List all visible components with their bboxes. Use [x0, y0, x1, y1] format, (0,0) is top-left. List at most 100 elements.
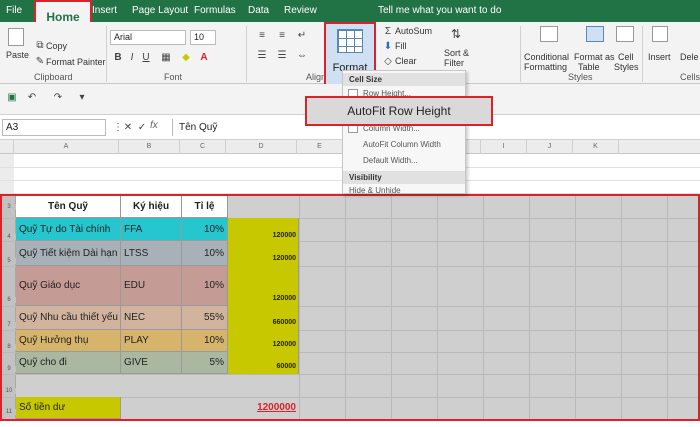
amount-column-block[interactable]: 120000 120000 120000 660000 120000 60000 [228, 218, 299, 374]
column-header-k[interactable]: K [573, 140, 619, 154]
row-header-8[interactable]: 8 [2, 344, 16, 350]
insert-cells-button[interactable]: Insert [648, 52, 671, 62]
column-header-j[interactable]: J [527, 140, 573, 154]
fund-code-cell[interactable]: LTSS [121, 241, 182, 266]
ribbon-tab-bar: File Insert Page Layout Formulas Data Re… [0, 0, 700, 22]
row-header-11[interactable]: 11 [2, 409, 16, 415]
tell-me-search[interactable]: Tell me what you want to do [378, 0, 501, 22]
gridline [667, 196, 668, 419]
align-middle-icon[interactable]: ≡ [276, 30, 288, 42]
fund-name-cell[interactable]: Quỹ cho đi [16, 352, 121, 374]
clear-button[interactable]: Clear [395, 56, 417, 66]
row-header-4[interactable]: 4 [2, 234, 16, 240]
header-cell-fund-name[interactable]: Tên Quỹ [16, 196, 121, 218]
fund-ratio-cell[interactable]: 5% [182, 352, 228, 374]
fund-ratio-cell[interactable]: 10% [182, 266, 228, 306]
selected-rows-range[interactable]: 3 4 5 6 7 8 9 10 11 Tên Quỹ Ký hiệu Tỉ l… [0, 194, 700, 421]
menu-item-autofit-row-height[interactable]: AutoFit Row Height [305, 96, 493, 126]
fund-ratio-cell[interactable]: 10% [182, 241, 228, 266]
align-left-icon[interactable]: ☰ [256, 50, 268, 62]
tab-formulas[interactable]: Formulas [194, 0, 236, 22]
column-header-d[interactable]: D [226, 140, 297, 154]
menu-item-autofit-column-width[interactable]: AutoFit Column Width [363, 140, 441, 149]
format-as-table-button[interactable]: Format as [574, 52, 615, 62]
fill-button[interactable]: Fill [395, 41, 407, 51]
row-headers [2, 196, 16, 419]
header-cell-ratio[interactable]: Tỉ lệ [182, 196, 228, 218]
fund-name-cell[interactable]: Quỹ Hưởng thụ [16, 330, 121, 352]
clipboard-group-label: Clipboard [34, 72, 73, 82]
row-header-7[interactable]: 7 [2, 322, 16, 328]
font-size-select[interactable]: 10 [190, 30, 216, 45]
autosum-button[interactable]: AutoSum [395, 26, 432, 36]
cells-group-label: Cells [680, 72, 700, 82]
align-center-icon[interactable]: ☰ [276, 50, 288, 62]
gridline [345, 196, 346, 419]
fund-code-cell[interactable]: PLAY [121, 330, 182, 352]
enter-icon[interactable]: ✓ [136, 122, 148, 134]
menu-item-default-width[interactable]: Default Width... [363, 156, 418, 165]
row-header-9[interactable]: 9 [2, 366, 16, 372]
fund-name-cell[interactable]: Quỹ Nhu cầu thiết yếu [16, 306, 121, 330]
fund-ratio-cell[interactable]: 10% [182, 218, 228, 241]
fund-name-cell[interactable]: Quỹ Giáo dục [16, 266, 121, 306]
column-header-a[interactable]: A [14, 140, 119, 154]
menu-item-hide-unhide[interactable]: Hide & Unhide [349, 186, 401, 195]
column-header-i[interactable]: I [481, 140, 527, 154]
cancel-icon[interactable]: ✕ [122, 122, 134, 134]
font-name-select[interactable]: Arial [110, 30, 186, 45]
fund-ratio-cell[interactable]: 55% [182, 306, 228, 330]
tab-insert[interactable]: Insert [92, 0, 117, 22]
borders-icon[interactable]: ▦ [160, 52, 172, 64]
row-header-6[interactable]: 6 [2, 297, 16, 303]
copy-button[interactable]: Copy [46, 41, 67, 51]
merge-center-icon[interactable]: ⇔ [296, 50, 308, 62]
undo-icon[interactable]: ↶ [26, 92, 38, 104]
insert-function-button[interactable]: fx [150, 120, 158, 131]
paste-icon[interactable] [8, 28, 24, 46]
row-header-10[interactable]: 10 [2, 388, 16, 394]
menu-section-cell-size: Cell Size [343, 73, 465, 86]
select-all-corner[interactable] [0, 140, 14, 154]
fill-color-icon[interactable]: ◆ [180, 52, 192, 64]
wrap-text-icon[interactable]: ↵ [296, 30, 308, 42]
delete-cells-button[interactable]: Dele [680, 52, 699, 62]
header-cell-code[interactable]: Ký hiệu [121, 196, 182, 218]
bold-icon[interactable]: B [112, 52, 124, 64]
font-color-icon[interactable]: A [198, 52, 210, 64]
column-header-b[interactable]: B [119, 140, 180, 154]
customize-toolbar-icon[interactable]: ▾ [76, 92, 88, 104]
fund-code-cell[interactable]: GIVE [121, 352, 182, 374]
column-header-e[interactable]: E [297, 140, 343, 154]
format-painter-button[interactable]: Format Painter [46, 57, 106, 67]
tab-data[interactable]: Data [248, 0, 269, 22]
fund-name-cell[interactable]: Quỹ Tự do Tài chính [16, 218, 121, 241]
paste-button[interactable]: Paste [6, 50, 29, 60]
remaining-label-cell[interactable]: Số tiền dư [16, 397, 121, 419]
format-cells-icon [337, 29, 363, 53]
remaining-value-cell[interactable]: 1200000 [228, 397, 299, 419]
conditional-formatting-button[interactable]: Conditional [524, 52, 569, 62]
tab-file[interactable]: File [6, 0, 22, 22]
row-header-3[interactable]: 3 [2, 204, 16, 210]
fund-code-cell[interactable]: EDU [121, 266, 182, 306]
fund-code-cell[interactable]: FFA [121, 218, 182, 241]
tab-review[interactable]: Review [284, 0, 317, 22]
align-top-icon[interactable]: ≡ [256, 30, 268, 42]
save-icon[interactable]: ▣ [6, 92, 18, 104]
copy-icon: ⧉ [36, 40, 44, 51]
column-header-c[interactable]: C [180, 140, 226, 154]
conditional-formatting-label: Formatting [524, 62, 568, 72]
fund-ratio-cell[interactable]: 10% [182, 330, 228, 352]
fund-name-cell[interactable]: Quỹ Tiết kiệm Dài hạn [16, 241, 121, 266]
redo-icon[interactable]: ↷ [52, 92, 64, 104]
cell-styles-button[interactable]: Cell [618, 52, 634, 62]
name-box[interactable]: A3 [2, 119, 106, 136]
italic-icon[interactable]: I [126, 52, 138, 64]
fund-code-cell[interactable]: NEC [121, 306, 182, 330]
fill-icon: ⬇ [383, 41, 393, 52]
underline-icon[interactable]: U [140, 52, 152, 64]
sort-filter-button[interactable]: Sort & [444, 48, 469, 58]
tab-page-layout[interactable]: Page Layout [132, 0, 188, 22]
row-header-5[interactable]: 5 [2, 258, 16, 264]
